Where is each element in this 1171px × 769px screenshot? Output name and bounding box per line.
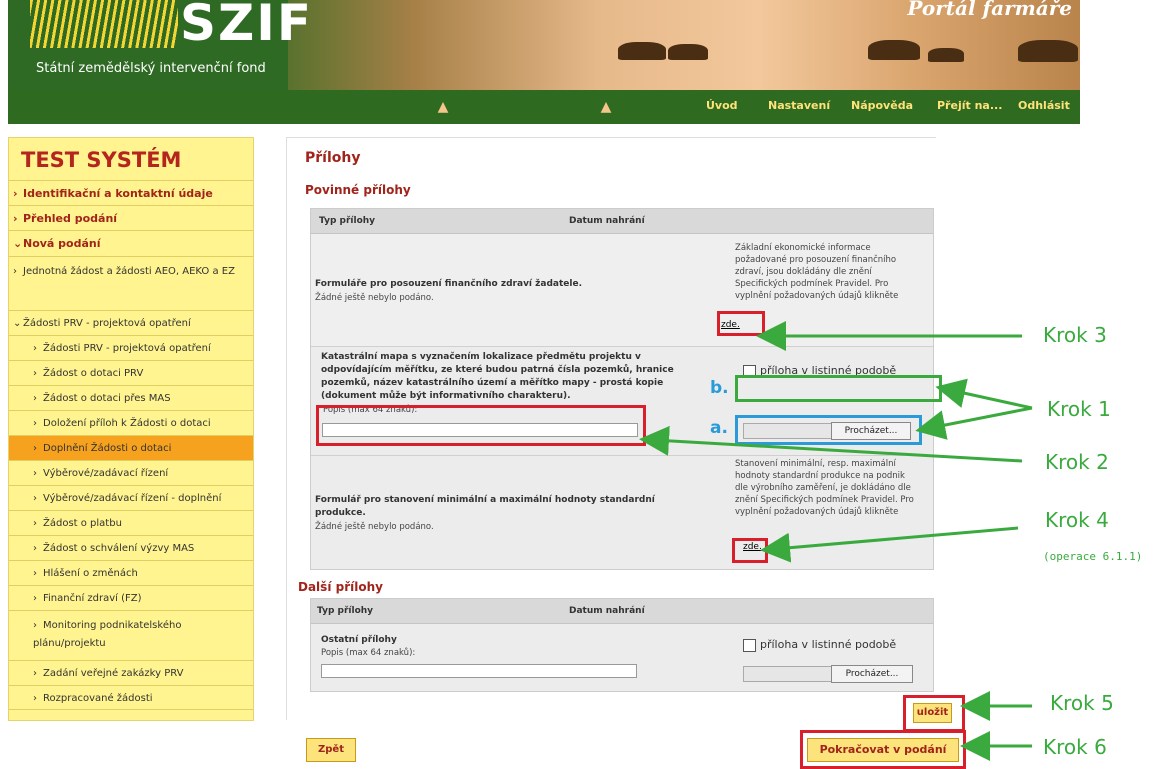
krok2-label: Krok 2: [1045, 450, 1109, 474]
krok4-label: Krok 4: [1045, 508, 1109, 532]
krok5-label: Krok 5: [1050, 691, 1114, 715]
krok1-label: Krok 1: [1047, 397, 1111, 421]
annotation-arrows: [639, 321, 1033, 761]
krok3-label: Krok 3: [1043, 323, 1107, 347]
krok4-note: (operace 6.1.1): [1043, 550, 1143, 563]
krok6-label: Krok 6: [1043, 735, 1107, 759]
